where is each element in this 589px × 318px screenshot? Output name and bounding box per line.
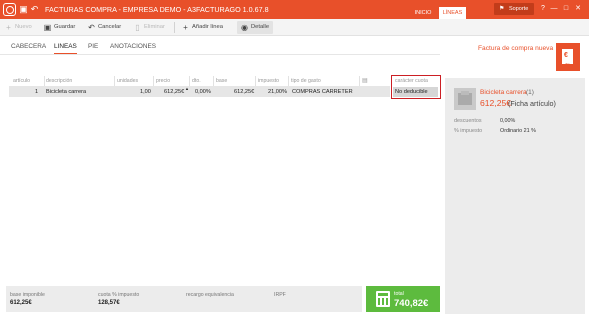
total-label: total xyxy=(394,291,404,297)
tab-lineas[interactable]: LÍNEAS xyxy=(439,7,466,19)
minimize-icon[interactable]: — xyxy=(549,4,559,14)
column-header[interactable]: unidades xyxy=(117,78,138,84)
tab-pie[interactable]: PIE xyxy=(88,40,98,54)
cell-unidades[interactable]: 1,00 xyxy=(140,89,151,95)
invoice-icon: € ← xyxy=(556,43,580,71)
detail-button[interactable]: ◉ Detalle xyxy=(237,21,273,34)
undo-quick-icon[interactable]: ↶ xyxy=(30,5,39,14)
floppy-icon: ▣ xyxy=(43,23,52,32)
delete-button[interactable]: ▯ Eliminar xyxy=(133,21,165,34)
window-title: FACTURAS COMPRA - EMPRESA DEMO - A3FACTU… xyxy=(45,5,269,14)
document-title: Factura de compra nueva xyxy=(478,45,554,52)
toolbar: + Nuevo ▣ Guardar ↶ Cancelar ▯ Eliminar + Aña… xyxy=(0,19,589,36)
base-imponible-label: base imponible xyxy=(10,292,45,298)
support-button[interactable]: ⚑ Soporte xyxy=(494,3,534,15)
column-header[interactable]: artículo xyxy=(13,78,30,84)
tab-inicio[interactable]: INICIO xyxy=(410,7,436,19)
cell-tipo-gasto[interactable]: COMPRAS CARRETER xyxy=(292,89,353,95)
total-box: total 740,82€ xyxy=(366,286,440,312)
product-sheet-link[interactable]: (Ficha artículo) xyxy=(508,99,556,108)
cell-base[interactable]: 612,25€ xyxy=(234,89,254,95)
app-logo-icon[interactable] xyxy=(3,3,16,16)
help-icon[interactable]: ? xyxy=(538,4,548,14)
prop-value: Ordinario 21 % xyxy=(500,128,536,134)
cuota-label: cuota % impuesto xyxy=(98,292,140,298)
save-quick-icon[interactable]: ▣ xyxy=(19,5,28,14)
irpf-label: IRPF xyxy=(274,292,286,298)
sort-arrow-icon: ▲ xyxy=(185,86,189,91)
toolbar-separator xyxy=(174,22,175,33)
cuota-value: 128,57€ xyxy=(98,300,120,306)
cell-dto[interactable]: 0,00% xyxy=(195,89,211,95)
column-header[interactable]: base xyxy=(216,78,227,84)
maximize-icon[interactable]: □ xyxy=(561,4,571,14)
plus-icon: + xyxy=(183,23,188,32)
tabs-divider xyxy=(0,54,440,55)
save-button[interactable]: ▣ Guardar xyxy=(43,21,76,34)
new-button[interactable]: + Nuevo xyxy=(4,21,32,34)
column-header[interactable]: impuesto xyxy=(258,78,279,84)
column-header[interactable]: dto. xyxy=(192,78,201,84)
product-price: 612,25€ xyxy=(480,98,512,108)
column-header[interactable]: tipo de gasto xyxy=(291,78,321,84)
product-qty: (1) xyxy=(526,89,534,96)
add-line-button[interactable]: + Añadir línea xyxy=(181,21,223,34)
recargo-label: recargo equivalencia xyxy=(186,292,234,298)
support-icon: ⚑ xyxy=(499,6,505,12)
close-icon[interactable]: ✕ xyxy=(573,4,583,14)
tab-cabecera[interactable]: CABECERA xyxy=(11,40,46,54)
cancel-button[interactable]: ↶ Cancelar xyxy=(87,21,121,34)
column-header[interactable]: precio xyxy=(156,78,170,84)
tab-lineas-doc[interactable]: LINEAS xyxy=(54,40,77,54)
eye-icon: ◉ xyxy=(241,23,248,32)
total-value: 740,82€ xyxy=(394,298,429,309)
cell-articulo[interactable]: 1 xyxy=(35,89,38,95)
prop-label: descuentos xyxy=(454,118,482,124)
undo-icon: ↶ xyxy=(88,23,95,32)
column-chooser-icon[interactable]: ▤ xyxy=(362,77,368,84)
caracter-cuota-select[interactable]: No deducible xyxy=(393,87,438,97)
plus-icon: + xyxy=(6,23,11,32)
cell-impuesto[interactable]: 21,00% xyxy=(268,89,287,95)
cell-precio[interactable]: 612,25€ xyxy=(164,89,184,95)
totals-bar xyxy=(6,286,362,312)
product-name[interactable]: Bicicleta carrera xyxy=(480,89,527,96)
calculator-icon xyxy=(376,291,390,307)
title-bar: ▣ ↶ FACTURAS COMPRA - EMPRESA DEMO - A3F… xyxy=(0,0,589,19)
column-header[interactable]: descripción xyxy=(46,78,72,84)
prop-label: % impuesto xyxy=(454,128,483,134)
prop-value: 0,00% xyxy=(500,118,516,124)
caracter-cuota-highlight: No deducible xyxy=(391,75,441,99)
side-panel xyxy=(445,78,585,314)
base-imponible-value: 612,25€ xyxy=(10,300,32,306)
trash-icon: ▯ xyxy=(135,23,140,32)
tab-anotaciones[interactable]: ANOTACIONES xyxy=(110,40,156,54)
product-image-icon xyxy=(454,88,476,110)
cell-descripcion[interactable]: Bicicleta carrera xyxy=(46,89,86,95)
